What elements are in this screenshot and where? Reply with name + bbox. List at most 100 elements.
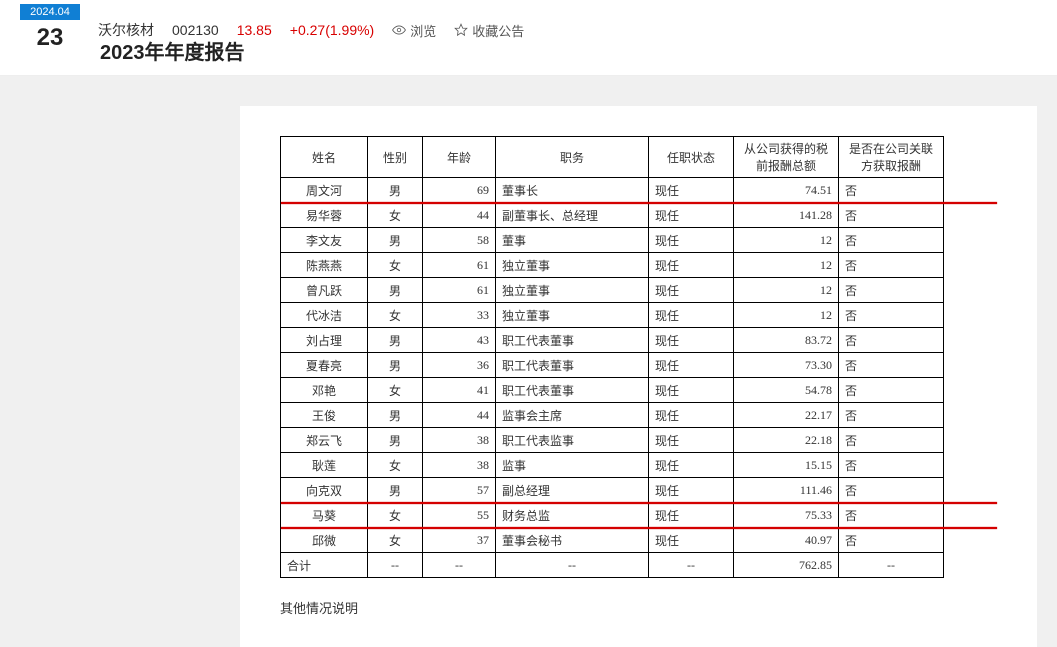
table-cell: 李文友 [281,228,368,253]
table-cell: 36 [423,353,496,378]
table-cell: 83.72 [734,328,839,353]
table-cell: 陈燕燕 [281,253,368,278]
table-cell: 40.97 [734,528,839,553]
table-row: 周文河男69董事长现任74.51否 [281,178,997,203]
table-cell: 37 [423,528,496,553]
table-cell: 职工代表董事 [496,328,649,353]
table-cell: 否 [839,328,944,353]
table-cell: 38 [423,428,496,453]
table-row: 邓艳女41职工代表董事现任54.78否 [281,378,997,403]
table-cell: 否 [839,278,944,303]
table-cell: -- [423,553,496,578]
table-cell: 女 [368,378,423,403]
table-cell: 董事 [496,228,649,253]
table-cell: 现任 [649,278,734,303]
table-cell: 12 [734,228,839,253]
table-cell: 61 [423,253,496,278]
table-cell: 69 [423,178,496,203]
th-status: 任职状态 [649,137,734,178]
table-cell: -- [368,553,423,578]
table-cell: 男 [368,403,423,428]
table-cell: -- [839,553,944,578]
browse-button[interactable]: 浏览 [392,21,436,40]
table-cell: 现任 [649,178,734,203]
table-cell: 邓艳 [281,378,368,403]
table-cell: 12 [734,253,839,278]
table-cell: 57 [423,478,496,503]
star-icon [454,23,468,37]
table-cell: 曾凡跃 [281,278,368,303]
table-cell: 财务总监 [496,503,649,528]
table-cell: 易华蓉 [281,203,368,228]
stock-change: +0.27(1.99%) [290,22,374,38]
table-row: 易华蓉女44副董事长、总经理现任141.28否 [281,203,997,228]
table-cell: 代冰洁 [281,303,368,328]
table-cell: 38 [423,453,496,478]
table-cell: 现任 [649,378,734,403]
table-cell: 否 [839,178,944,203]
table-cell: 61 [423,278,496,303]
table-cell: 43 [423,328,496,353]
table-cell: 现任 [649,403,734,428]
table-cell: 现任 [649,478,734,503]
table-cell: 夏春亮 [281,353,368,378]
th-gender: 性别 [368,137,423,178]
table-cell: 33 [423,303,496,328]
table-cell: 女 [368,503,423,528]
table-row: 刘占理男43职工代表董事现任83.72否 [281,328,997,353]
content-area: 姓名 性别 年龄 职务 任职状态 从公司获得的税前报酬总额 是否在公司关联方获取… [240,106,1037,647]
table-row: 马葵女55财务总监现任75.33否 [281,503,997,528]
table-cell: 独立董事 [496,253,649,278]
table-cell: 否 [839,403,944,428]
table-cell: 否 [839,253,944,278]
table-cell: 否 [839,528,944,553]
table-cell: 副董事长、总经理 [496,203,649,228]
table-cell: 现任 [649,328,734,353]
table-cell: 女 [368,253,423,278]
table-cell: 职工代表董事 [496,378,649,403]
table-row: 向克双男57副总经理现任111.46否 [281,478,997,503]
table-cell: 否 [839,453,944,478]
table-cell: 男 [368,178,423,203]
table-cell: 男 [368,278,423,303]
table-row: 耿莲女38监事现任15.15否 [281,453,997,478]
table-cell: 女 [368,453,423,478]
table-cell: 男 [368,328,423,353]
eye-icon [392,23,406,37]
table-cell: 22.18 [734,428,839,453]
browse-label: 浏览 [410,21,436,40]
table-cell: 否 [839,303,944,328]
table-cell: 合计 [281,553,368,578]
table-cell: 郑云飞 [281,428,368,453]
table-cell: 否 [839,228,944,253]
compensation-table: 姓名 性别 年龄 职务 任职状态 从公司获得的税前报酬总额 是否在公司关联方获取… [280,136,997,578]
table-cell: 否 [839,503,944,528]
th-pay: 从公司获得的税前报酬总额 [734,137,839,178]
table-row: 李文友男58董事现任12否 [281,228,997,253]
table-cell: -- [649,553,734,578]
table-cell: 马葵 [281,503,368,528]
table-row: 郑云飞男38职工代表监事现任22.18否 [281,428,997,453]
table-cell: 现任 [649,353,734,378]
table-cell: 现任 [649,253,734,278]
table-cell: 否 [839,353,944,378]
table-cell: 现任 [649,528,734,553]
table-cell: 12 [734,278,839,303]
table-row: 邱微女37董事会秘书现任40.97否 [281,528,997,553]
th-position: 职务 [496,137,649,178]
table-cell: 现任 [649,428,734,453]
date-day: 23 [20,20,80,56]
table-cell: 男 [368,228,423,253]
favorite-button[interactable]: 收藏公告 [454,21,524,40]
table-cell: 现任 [649,228,734,253]
table-cell: 22.17 [734,403,839,428]
table-cell: 男 [368,353,423,378]
table-cell: 现任 [649,503,734,528]
table-cell: 12 [734,303,839,328]
footer-note: 其他情况说明 [280,598,997,617]
table-body: 周文河男69董事长现任74.51否易华蓉女44副董事长、总经理现任141.28否… [281,178,997,578]
table-cell: 55 [423,503,496,528]
table-cell: 54.78 [734,378,839,403]
table-cell: 58 [423,228,496,253]
table-cell: 75.33 [734,503,839,528]
